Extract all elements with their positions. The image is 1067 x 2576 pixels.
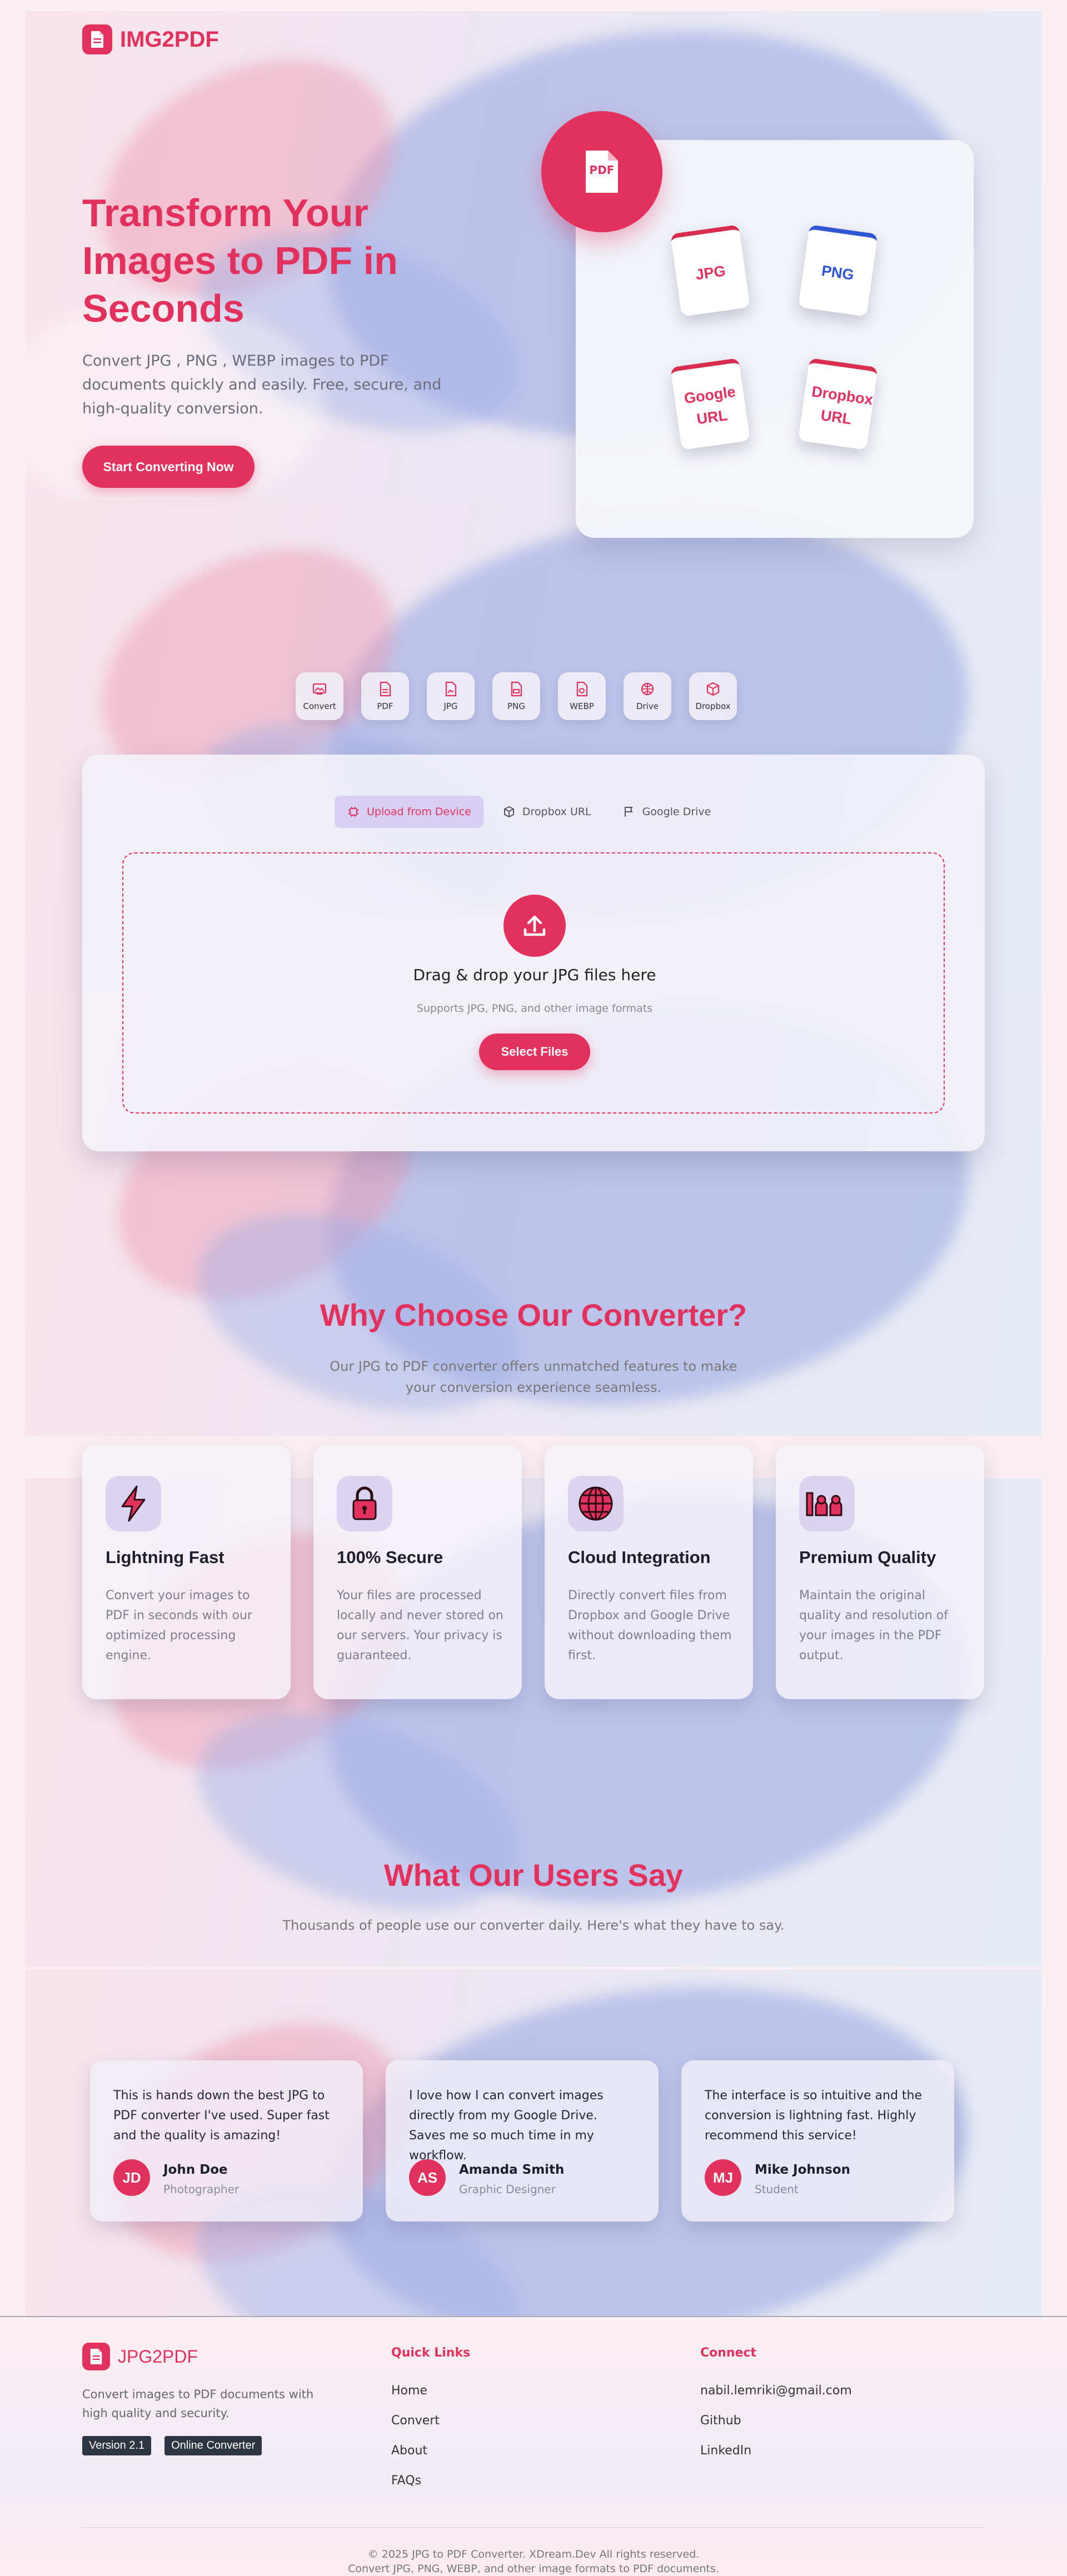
online-converter-badge: Online Converter [164,2436,262,2455]
pdf-badge: PDF [541,111,662,232]
quality-icon [799,1476,855,1531]
testimonial-text: I love how I can convert images directly… [409,2089,604,2163]
feature-text: Convert your images to PDF in seconds wi… [106,1589,252,1663]
footer-description: Convert images to PDF documents with hig… [82,2388,314,2420]
tool-webp[interactable]: WEBP [558,672,606,720]
quick-links-title: Quick Links [391,2346,471,2360]
feature-title: Lightning Fast [106,1547,225,1567]
feature-card: Premium Quality Maintain the original qu… [776,1445,984,1699]
feature-title: Cloud Integration [568,1547,711,1567]
version-badge: Version 2.1 [82,2436,152,2455]
tab-dropbox-url[interactable]: Dropbox URL [490,796,604,828]
tool-drive[interactable]: Drive [624,672,671,720]
footer-link-home[interactable]: Home [391,2384,427,2398]
format-card-png: PNG [798,224,878,317]
feature-card: Cloud Integration Directly convert files… [545,1445,753,1699]
testimonial-name: John Doe [163,2163,228,2177]
footer-github-link[interactable]: Github [700,2414,741,2428]
testimonial-name: Amanda Smith [459,2163,565,2177]
image-convert-icon [312,683,327,695]
feature-card: Lightning Fast Convert your images to PD… [82,1445,291,1699]
format-card-dropbox-url: Dropbox URL [798,358,878,450]
format-card-google-url: Google URL [670,358,750,450]
feature-text: Maintain the original quality and resolu… [799,1589,949,1663]
feature-title: Premium Quality [799,1547,936,1567]
drop-zone[interactable]: Drag & drop your JPG files here Supports… [122,852,945,1114]
why-subtitle: Our JPG to PDF converter offers unmatche… [330,1359,737,1395]
chip-icon [348,807,358,817]
drive-globe-icon [641,682,654,696]
box-icon [503,806,514,818]
tool-png[interactable]: PNG [492,672,540,720]
webp-file-icon [576,681,588,697]
document-icon [82,24,112,54]
testimonial-name: Mike Johnson [755,2163,851,2177]
footer-linkedin-link[interactable]: LinkedIn [700,2444,751,2458]
testimonial-card: The interface is so intuitive and the co… [681,2060,954,2221]
tool-jpg[interactable]: JPG [427,672,475,720]
globe-icon [568,1476,624,1531]
lightning-icon [106,1476,161,1531]
png-file-icon [511,681,522,697]
pdf-badge-label: PDF [589,163,615,177]
drop-hint: Supports JPG, PNG, and other image forma… [416,1002,653,1015]
brand-name: IMG2PDF [120,27,219,52]
testimonials-subtitle: Thousands of people use our converter da… [282,1918,785,1933]
testimonial-text: This is hands down the best JPG to PDF c… [113,2089,330,2143]
format-card-jpg: JPG [670,224,750,317]
avatar: AS [409,2159,446,2196]
tool-dropbox[interactable]: Dropbox [689,672,737,720]
pdf-file-icon [380,681,391,697]
footer-link-faqs[interactable]: FAQs [391,2474,421,2488]
footer-badges: Version 2.1 Online Converter [82,2436,262,2455]
site-footer: JPG2PDF Convert images to PDF documents … [0,2316,1067,2576]
avatar: JD [113,2159,150,2196]
hero-title: Transform Your Images to PDF in Seconds [82,191,398,330]
testimonial-card: This is hands down the best JPG to PDF c… [90,2060,363,2221]
tab-upload-device[interactable]: Upload from Device [335,796,483,828]
select-files-button[interactable]: Select Files [479,1034,590,1070]
testimonial-role: Student [755,2183,799,2196]
upload-icon [503,895,566,957]
start-converting-button[interactable]: Start Converting Now [82,446,255,488]
hero-subtitle: Convert JPG , PNG , WEBP images to PDF d… [82,352,442,417]
tool-convert[interactable]: Convert [296,672,343,720]
footer-brand: JPG2PDF [118,2346,198,2367]
lock-icon [337,1476,392,1531]
document-icon [82,2343,110,2370]
feature-card: 100% Secure Your files are processed loc… [313,1445,522,1699]
why-title: Why Choose Our Converter? [320,1297,747,1332]
footer-divider [82,2527,985,2528]
avatar: MJ [705,2159,741,2196]
testimonial-card: I love how I can convert images directly… [386,2060,659,2221]
jpg-file-icon [445,681,457,697]
feature-title: 100% Secure [337,1547,443,1567]
testimonial-text: The interface is so intuitive and the co… [705,2089,923,2143]
testimonial-role: Photographer [163,2183,240,2196]
tool-row: Convert PDF JPG PNG WEBP Drive Dropbox [296,672,737,720]
tool-pdf[interactable]: PDF [361,672,409,720]
site-logo[interactable]: IMG2PDF [82,24,219,54]
flag-icon [624,807,633,817]
footer-link-convert[interactable]: Convert [391,2414,440,2428]
footer-link-about[interactable]: About [391,2444,427,2458]
feature-text: Directly convert files from Dropbox and … [568,1589,732,1663]
testimonial-role: Graphic Designer [459,2183,556,2196]
connect-title: Connect [700,2346,757,2360]
footer-email-link[interactable]: nabil.lemriki@gmail.com [700,2384,852,2398]
dropbox-box-icon [706,682,720,696]
upload-tabs: Upload from Device Dropbox URL Google Dr… [335,796,723,828]
footer-tagline: Convert JPG, PNG, WEBP, and other image … [348,2563,719,2575]
footer-logo[interactable]: JPG2PDF [82,2343,198,2370]
feature-text: Your files are processed locally and nev… [337,1589,503,1663]
drop-title: Drag & drop your JPG files here [413,966,656,984]
tab-google-drive[interactable]: Google Drive [610,796,724,828]
testimonials-title: What Our Users Say [383,1858,684,1893]
upload-card: Upload from Device Dropbox URL Google Dr… [82,755,985,1151]
